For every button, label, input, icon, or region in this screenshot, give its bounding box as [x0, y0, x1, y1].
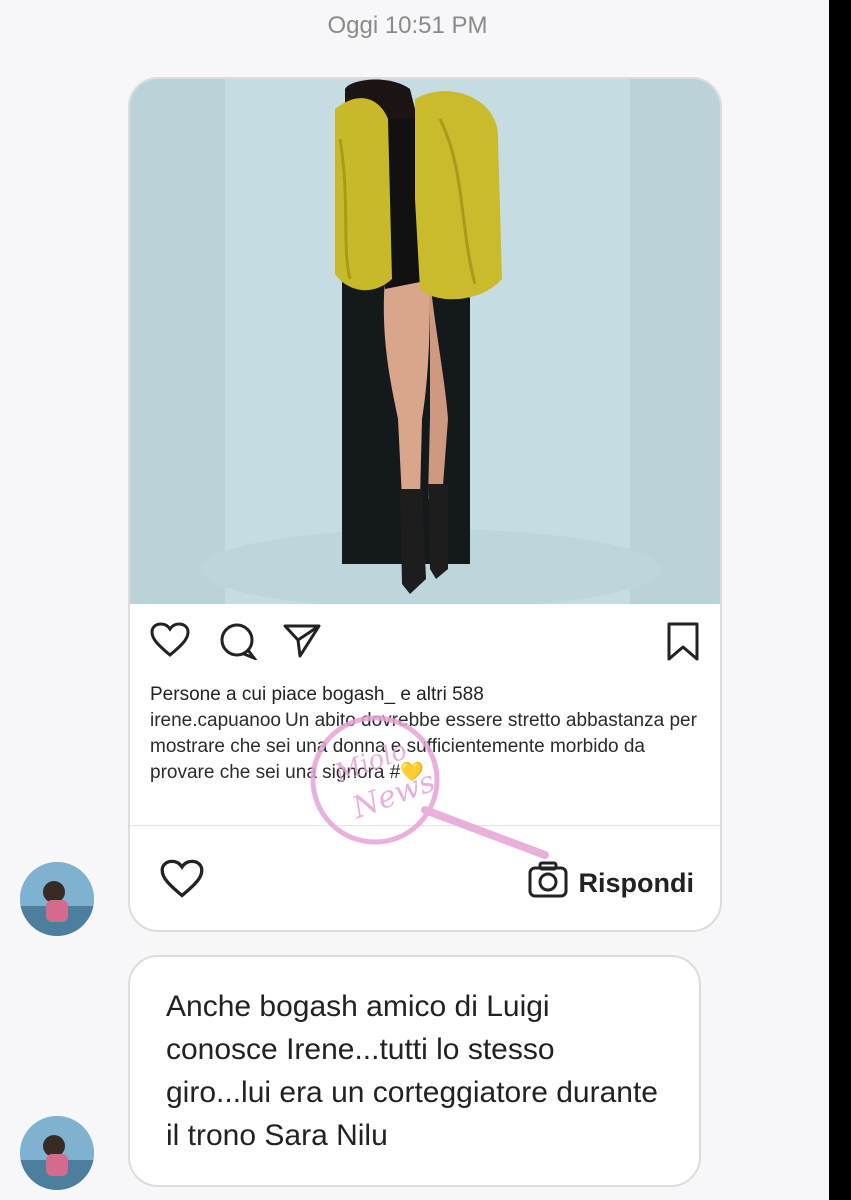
photo-illustration	[130, 79, 720, 604]
caption-fade	[150, 798, 706, 812]
reply-row: Rispondi	[130, 835, 720, 925]
post-divider	[130, 825, 720, 826]
reply-label: Rispondi	[578, 868, 695, 898]
shared-post-card[interactable]: Persone a cui piace bogash_ e altri 588 …	[128, 77, 722, 932]
camera-icon	[527, 861, 569, 906]
bookmark-icon[interactable]	[666, 622, 700, 667]
comment-icon[interactable]	[218, 622, 259, 665]
post-photo[interactable]	[130, 79, 720, 604]
caption-hashtag[interactable]: #💛	[390, 762, 424, 783]
post-caption: irene.capuanoo Un abito dovrebbe essere s…	[150, 708, 706, 812]
reply-button[interactable]: Rispondi	[527, 861, 695, 906]
heart-icon[interactable]	[160, 859, 204, 904]
caption-username[interactable]: irene.capuanoo	[150, 710, 281, 731]
post-info: Persone a cui piace bogash_ e altri 588 …	[150, 682, 706, 812]
message-timestamp: Oggi 10:51 PM	[327, 12, 488, 39]
avatar[interactable]	[20, 1116, 94, 1190]
likes-count[interactable]: Persone a cui piace bogash_ e altri 588	[150, 682, 706, 708]
message-bubble[interactable]: Anche bogash amico di Luigi conosce Iren…	[128, 955, 701, 1187]
heart-icon[interactable]	[150, 622, 190, 663]
send-icon[interactable]	[282, 622, 322, 665]
screen-edge	[829, 0, 851, 1200]
message-text: Anche bogash amico di Luigi conosce Iren…	[166, 990, 658, 1152]
post-action-bar	[130, 616, 720, 667]
avatar[interactable]	[20, 862, 94, 936]
